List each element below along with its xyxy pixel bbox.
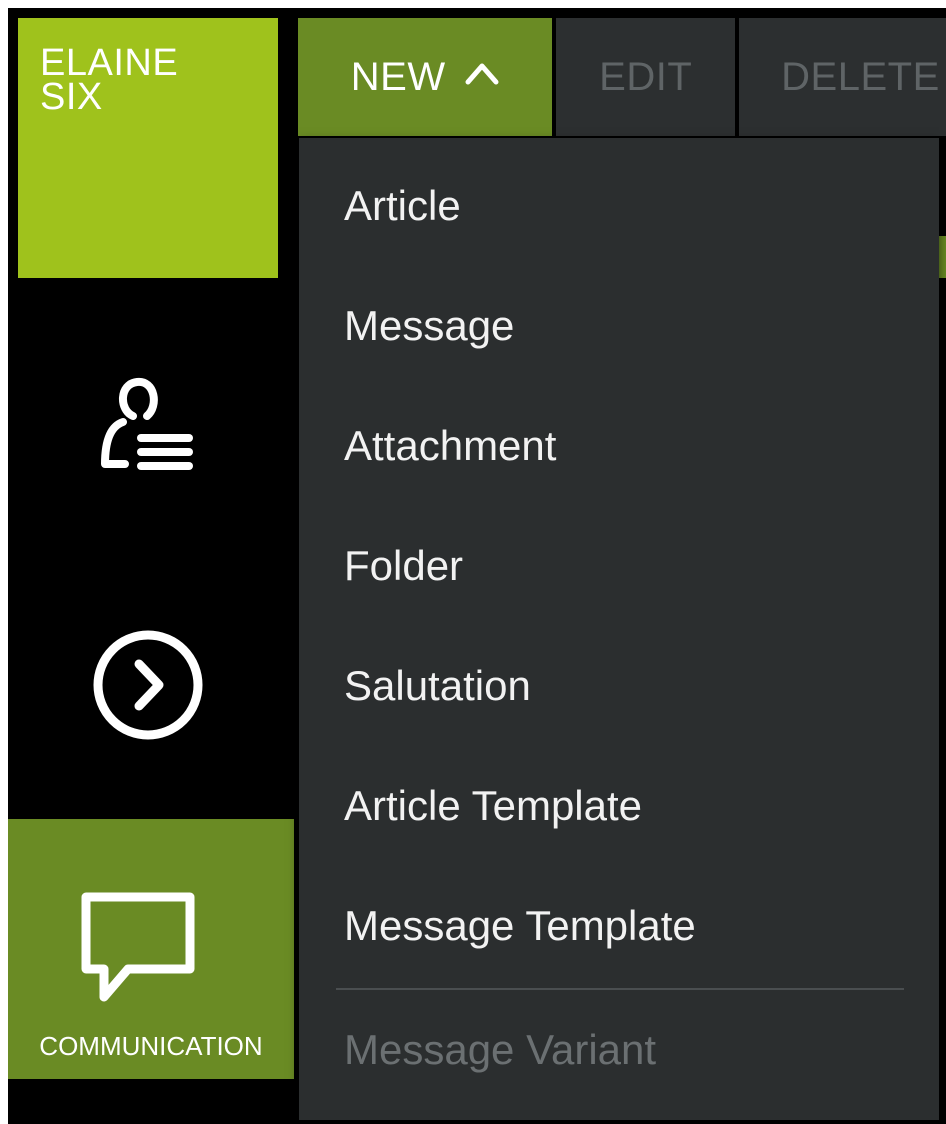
chevron-up-icon — [465, 63, 499, 85]
menu-item-article[interactable]: Article — [299, 146, 939, 266]
contacts-nav-button[interactable] — [18, 360, 278, 490]
edit-button[interactable]: EDIT — [556, 18, 736, 136]
communication-nav-button[interactable]: COMMUNICATION — [8, 819, 294, 1079]
new-button[interactable]: NEW — [298, 18, 553, 136]
menu-item-article-template[interactable]: Article Template — [299, 746, 939, 866]
menu-item-attachment[interactable]: Attachment — [299, 386, 939, 506]
menu-item-message-template[interactable]: Message Template — [299, 866, 939, 986]
menu-item-message-variant: Message Variant — [344, 1026, 657, 1073]
user-name: ELAINE SIX — [40, 42, 179, 118]
delete-button[interactable]: DELETE — [739, 18, 946, 136]
communication-label: COMMUNICATION — [39, 1031, 263, 1061]
contact-list-icon — [101, 378, 193, 470]
new-button-label: NEW — [350, 54, 446, 99]
menu-item-folder[interactable]: Folder — [299, 506, 939, 626]
speech-bubble-icon — [81, 892, 195, 1002]
menu-item-message[interactable]: Message — [299, 266, 939, 386]
menu-item-salutation[interactable]: Salutation — [299, 626, 939, 746]
new-dropdown-menu: Article Message Attachment Folder Saluta… — [299, 138, 939, 1120]
forward-nav-button[interactable] — [18, 620, 278, 750]
user-tile[interactable]: ELAINE SIX — [18, 18, 278, 278]
chevron-right-circle-icon — [93, 630, 203, 740]
toolbar: NEW EDIT DELETE — [298, 18, 946, 136]
app-frame: ELAINE SIX COMMUNICATION NEW EDIT DELETE… — [8, 8, 946, 1124]
